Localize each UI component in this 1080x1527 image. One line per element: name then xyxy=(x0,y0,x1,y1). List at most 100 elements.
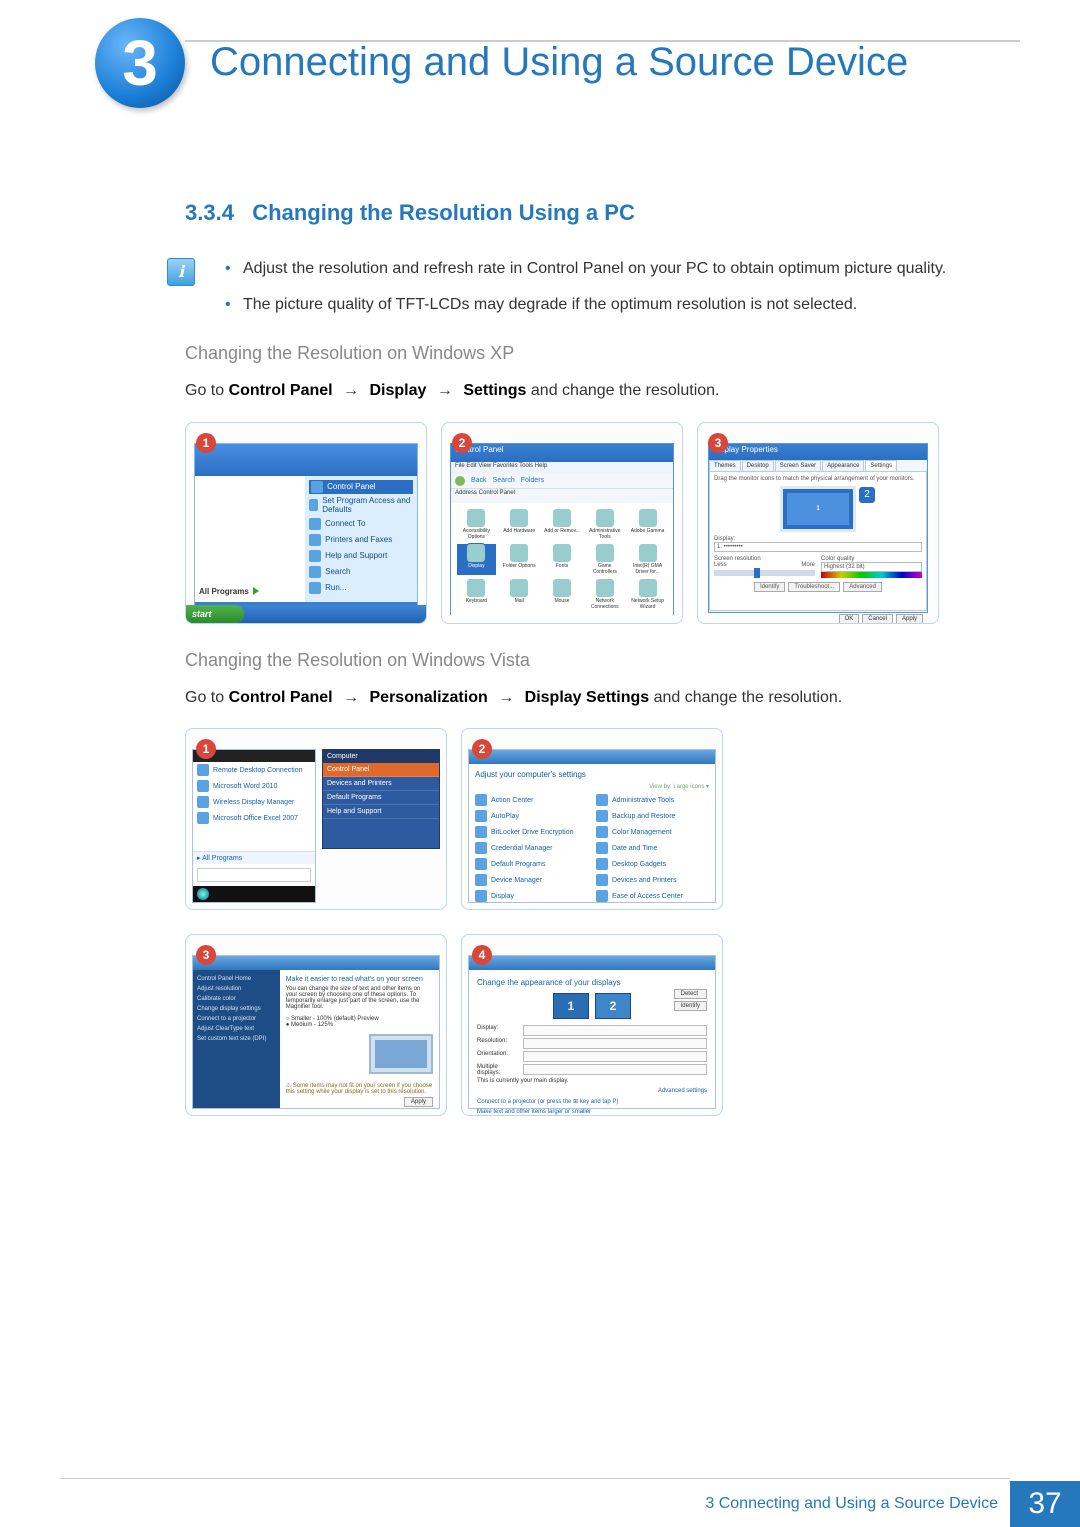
glyph-icon xyxy=(596,810,608,822)
app-icon xyxy=(197,780,209,792)
cp-icon: Fonts xyxy=(543,544,582,575)
window: Adjust your computer's settings View by:… xyxy=(468,749,716,903)
section-heading: 3.3.4 Changing the Resolution Using a PC xyxy=(185,200,1020,226)
sidebar-item: Calibrate color xyxy=(197,996,276,1002)
glyph-icon xyxy=(639,579,657,597)
glyph-icon xyxy=(596,579,614,597)
note: This is currently your main display. xyxy=(477,1078,707,1084)
label: Keyboard xyxy=(466,598,487,604)
glyph-icon xyxy=(510,509,528,527)
start-menu-header xyxy=(195,444,417,476)
glyph-icon xyxy=(596,890,608,902)
note-bullet: Adjust the resolution and refresh rate i… xyxy=(225,256,1020,282)
advanced-button: Advanced xyxy=(843,582,882,592)
xp-screenshot-row: 1 All Programs Control Panel Set Progra xyxy=(185,422,1020,624)
glyph-icon xyxy=(596,544,614,562)
chapter-title: Connecting and Using a Source Device xyxy=(210,40,908,85)
label: Microsoft Office Excel 2007 xyxy=(213,815,298,822)
cp-item: Device Manager xyxy=(475,874,588,886)
link: Connect to a projector (or press the ⊞ k… xyxy=(477,1098,707,1105)
sidebar-item: Connect to a projector xyxy=(197,1016,276,1022)
folder-icon xyxy=(311,481,323,493)
label: Display xyxy=(491,893,514,900)
all-programs-label: All Programs xyxy=(199,587,249,596)
cp-icon: Administrative Tools xyxy=(585,509,624,540)
glyph-icon xyxy=(475,826,487,838)
slider-thumb xyxy=(754,568,760,578)
label: Default Programs xyxy=(491,861,545,868)
app-icon xyxy=(197,796,209,808)
glyph-icon xyxy=(553,579,571,597)
cp-icon: Add Hardware xyxy=(500,509,539,540)
path-segment: Display Settings xyxy=(525,689,649,706)
note-bullets: Adjust the resolution and refresh rate i… xyxy=(225,256,1020,317)
tab: Appearance xyxy=(822,460,864,471)
arrow-icon: → xyxy=(337,689,365,706)
cp-item: Ease of Access Center xyxy=(596,890,709,902)
combo xyxy=(523,1038,707,1049)
page: 3 Connecting and Using a Source Device 3… xyxy=(0,0,1080,1527)
menu-item: Microsoft Office Excel 2007 xyxy=(193,810,315,826)
folders-label: Folders xyxy=(521,477,544,484)
text: and change the resolution. xyxy=(654,689,843,706)
taskbar xyxy=(193,886,315,902)
cp-icon: Folder Options xyxy=(500,544,539,575)
screenshot-vista-screen-resolution: 4 Change the appearance of your displays… xyxy=(461,934,723,1116)
sidebar-item: Change display settings xyxy=(197,1006,276,1012)
all-programs: ▸ All Programs xyxy=(193,851,315,864)
search-icon xyxy=(309,566,321,578)
menu-item: Remote Desktop Connection xyxy=(193,762,315,778)
footer-text: 3 Connecting and Using a Source Device xyxy=(693,1481,1010,1527)
step-badge: 3 xyxy=(708,433,728,453)
viewby: View by: Large icons ▾ xyxy=(475,783,709,790)
heading: Change the appearance of your displays xyxy=(477,978,707,987)
slider-less: Less xyxy=(714,562,727,568)
run-icon xyxy=(309,582,321,594)
cp-icon: Add or Remov... xyxy=(543,509,582,540)
menu-item: Wireless Display Manager xyxy=(193,794,315,810)
printer-icon xyxy=(309,534,321,546)
app-icon xyxy=(197,812,209,824)
glyph-icon xyxy=(639,544,657,562)
back-icon xyxy=(455,476,465,486)
start-menu-left: All Programs xyxy=(195,476,305,602)
screenshot-vista-display: 3 Control Panel Home Adjust resolution C… xyxy=(185,934,447,1116)
glyph-icon xyxy=(467,579,485,597)
monitor-2: 2 xyxy=(595,993,631,1019)
glyph-icon xyxy=(596,842,608,854)
cancel-button: Cancel xyxy=(862,614,893,624)
path-segment: Control Panel xyxy=(229,382,333,399)
monitor-preview: 1 2 xyxy=(477,993,707,1019)
glyph-icon xyxy=(475,890,487,902)
ok-button: OK xyxy=(839,614,860,624)
label: Credential Manager xyxy=(491,845,552,852)
glyph-icon xyxy=(510,544,528,562)
menu-item: Devices and Printers xyxy=(323,777,439,791)
glyph-icon xyxy=(596,874,608,886)
section-body: 3.3.4 Changing the Resolution Using a PC… xyxy=(185,200,1020,1116)
path-segment: Personalization xyxy=(370,689,488,706)
resolution-group: Screen resolution Less More xyxy=(714,556,815,578)
row: Display: xyxy=(477,1025,707,1036)
label: Search xyxy=(325,567,350,576)
text: and change the resolution. xyxy=(531,382,720,399)
identify-button: Identify xyxy=(674,1001,707,1011)
taskbar: start xyxy=(186,605,426,623)
tab: Desktop xyxy=(742,460,774,471)
cp-icon: Game Controllers xyxy=(585,544,624,575)
window-body: Change the appearance of your displays D… xyxy=(469,970,715,1116)
text: Go to xyxy=(185,382,229,399)
chapter-number-badge: 3 xyxy=(95,18,185,108)
search-box xyxy=(197,868,311,882)
label: Intel(R) GMA Driver for... xyxy=(633,563,662,575)
label: Wireless Display Manager xyxy=(213,799,294,806)
glyph-icon xyxy=(467,509,485,527)
start-button: start xyxy=(186,605,244,623)
cp-item: Desktop Gadgets xyxy=(596,858,709,870)
path-segment: Settings xyxy=(463,382,526,399)
cp-item: Backup and Restore xyxy=(596,810,709,822)
label: Fonts xyxy=(556,563,569,569)
monitor-preview xyxy=(369,1034,433,1074)
cp-icon: Mouse xyxy=(543,579,582,610)
path-segment: Control Panel xyxy=(229,689,333,706)
